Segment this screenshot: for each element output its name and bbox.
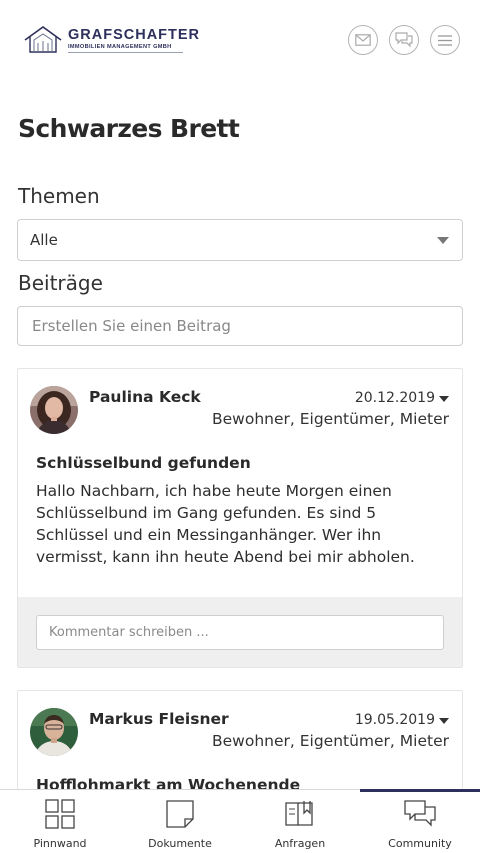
chat-button[interactable] [389, 25, 419, 55]
posts-label: Beiträge [18, 271, 103, 295]
nav-item-pinnwand[interactable]: Pinnwand [0, 790, 120, 853]
nav-item-dokumente[interactable]: Dokumente [120, 790, 240, 853]
create-post-input[interactable] [17, 306, 463, 346]
menu-button[interactable] [430, 25, 460, 55]
brand-divider [68, 52, 183, 53]
app-screen: GRAFSCHAFTER IMMOBILIEN MANAGEMENT GMBH [0, 0, 480, 853]
brand-logo[interactable]: GRAFSCHAFTER IMMOBILIEN MANAGEMENT GMBH [23, 24, 199, 56]
comment-input[interactable] [36, 615, 444, 650]
post-options-caret-icon[interactable] [439, 396, 449, 402]
nav-label: Pinnwand [33, 837, 87, 850]
app-header: GRAFSCHAFTER IMMOBILIEN MANAGEMENT GMBH [0, 0, 480, 80]
community-chat-icon [404, 800, 436, 827]
post-body: Hallo Nachbarn, ich habe heute Morgen ei… [36, 482, 415, 566]
active-tab-indicator [360, 789, 480, 792]
brand-tagline: IMMOBILIEN MANAGEMENT GMBH [68, 44, 172, 50]
topics-selected-value: Alle [30, 231, 58, 249]
nav-label: Anfragen [274, 837, 326, 850]
nav-label: Dokumente [148, 837, 212, 850]
comment-section [18, 597, 462, 667]
post-audience: Bewohner, Eigentümer, Mieter [211, 410, 449, 428]
topics-select[interactable]: Alle [17, 219, 463, 261]
post-date: 19.05.2019 [354, 712, 435, 728]
post-author[interactable]: Paulina Keck [89, 388, 201, 406]
post-author[interactable]: Markus Fleisner [89, 710, 229, 728]
page-title: Schwarzes Brett [18, 114, 240, 143]
post-options-caret-icon[interactable] [439, 718, 449, 724]
nav-item-community[interactable]: Community [360, 789, 480, 853]
post-date: 20.12.2019 [354, 390, 435, 406]
post-card: Paulina Keck 20.12.2019 Bewohner, Eigent… [17, 368, 463, 668]
document-icon [166, 800, 194, 828]
menu-icon [438, 34, 452, 46]
author-avatar[interactable] [30, 708, 78, 756]
nav-item-anfragen[interactable]: Anfragen [240, 790, 360, 853]
brand-name: GRAFSCHAFTER [68, 27, 201, 43]
topics-label: Themen [18, 184, 100, 208]
post-audience: Bewohner, Eigentümer, Mieter [211, 732, 449, 750]
requests-icon [285, 801, 313, 826]
avatar-photo-icon [30, 708, 78, 756]
mail-icon [355, 34, 371, 46]
bottom-nav: Pinnwand Dokumente Anfragen Community [0, 789, 480, 853]
post-title: Schlüsselbund gefunden [36, 454, 251, 472]
grid-icon [45, 799, 75, 829]
house-logo-icon [24, 26, 62, 53]
dropdown-caret-icon [437, 237, 449, 244]
mail-button[interactable] [348, 25, 378, 55]
avatar-photo-icon [30, 386, 78, 434]
author-avatar[interactable] [30, 386, 78, 434]
chat-icon [395, 32, 413, 48]
nav-label: Community [388, 837, 452, 850]
